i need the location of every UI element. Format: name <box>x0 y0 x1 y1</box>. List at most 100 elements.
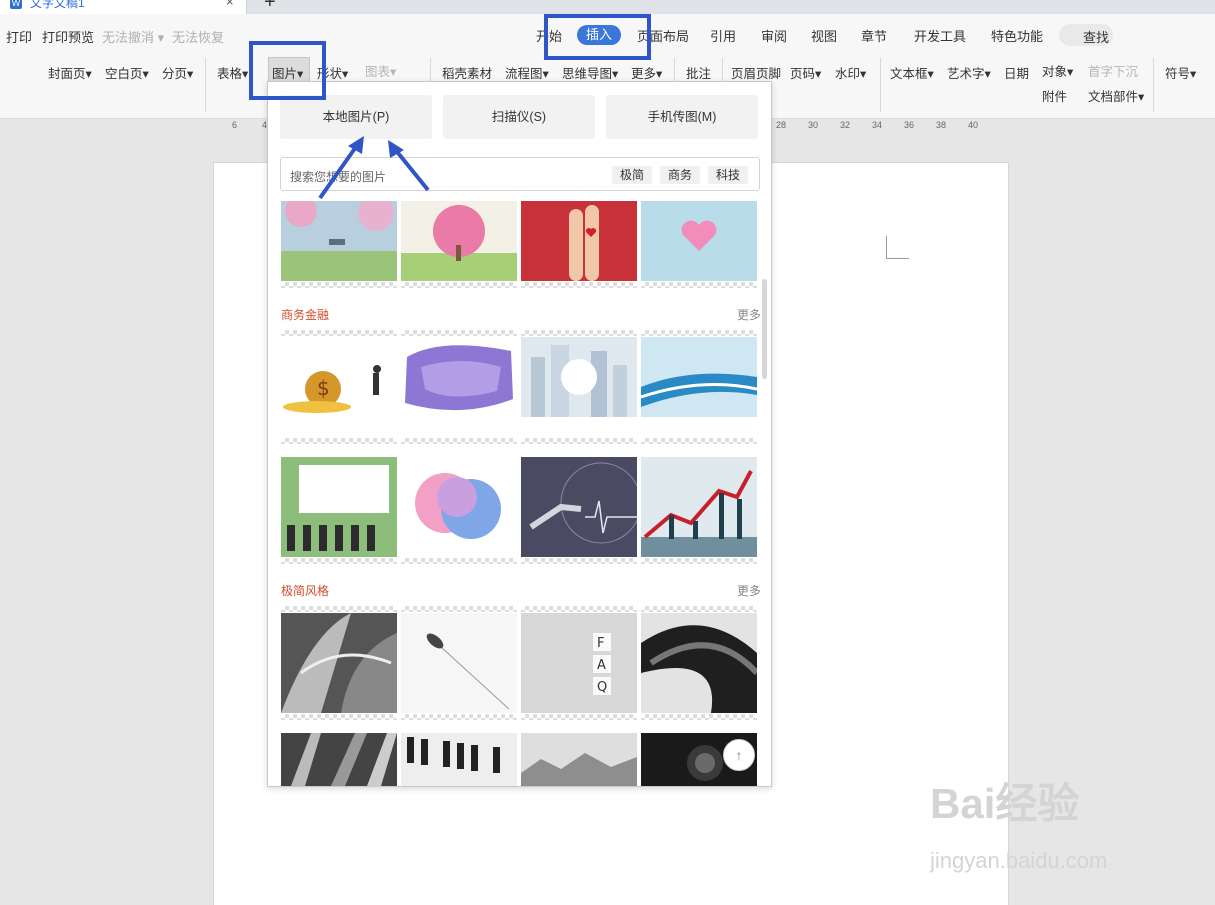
comment-button[interactable]: 批注 <box>686 63 711 82</box>
watermark-button[interactable]: 水印▾ <box>835 63 866 82</box>
thumbnail-money-bag[interactable]: $ <box>281 337 397 417</box>
annotation-box-picture-button <box>249 41 326 100</box>
tag-technology[interactable]: 科技 <box>708 166 749 184</box>
flowchart-button[interactable]: 流程图▾ <box>505 63 549 82</box>
new-tab-button[interactable]: + <box>264 0 276 14</box>
thumbnail-divider <box>281 558 397 564</box>
thumbnail-bw-leaves[interactable] <box>281 613 397 713</box>
section-title-minimal: 极简风格 <box>281 584 330 598</box>
tab-special[interactable]: 特色功能 <box>991 26 1043 45</box>
separator <box>205 58 206 112</box>
thumbnail-divider <box>401 714 517 720</box>
symbol-button[interactable]: 符号▾ <box>1165 63 1196 82</box>
thumbnail-divider <box>521 282 637 288</box>
thumbnail-faq-blocks[interactable]: F A Q <box>521 613 637 713</box>
blank-page-button[interactable]: 空白页▾ <box>105 63 149 82</box>
thumbnail-robot-hand[interactable] <box>521 457 637 557</box>
phone-upload-button[interactable]: 手机传图(M) <box>606 95 758 139</box>
thumbnail-growth-arrow[interactable] <box>641 457 757 557</box>
date-button[interactable]: 日期 <box>1004 63 1029 82</box>
section-more-minimal[interactable]: 更多 <box>737 582 761 599</box>
thumbnail-piano-keys[interactable] <box>401 733 517 786</box>
thumbnail-divider <box>281 606 397 612</box>
thumbnail-pink-blue-splash[interactable] <box>401 457 517 557</box>
search-command[interactable]: 查找 <box>1059 24 1113 46</box>
thumbnail-pink-heart[interactable] <box>641 201 757 281</box>
page-number-button[interactable]: 页码▾ <box>790 63 821 82</box>
faq-letter: A <box>597 658 606 673</box>
tab-review[interactable]: 审阅 <box>761 26 787 45</box>
thumbnail-misty-mountains[interactable] <box>521 733 637 786</box>
tab-strip: W 文字文稿1 × + <box>0 0 1215 14</box>
ruler-label: 34 <box>872 120 883 130</box>
thumbnail-bw-architecture[interactable] <box>281 733 397 786</box>
header-footer-button[interactable]: 页眉页脚 <box>731 63 781 82</box>
print-button[interactable]: 打印 <box>6 27 32 46</box>
tag-minimal[interactable]: 极简 <box>612 166 653 184</box>
arrow-head-icon <box>348 136 364 154</box>
document-tab[interactable]: W 文字文稿1 × <box>0 0 247 14</box>
dropcap-button[interactable]: 首字下沉 <box>1088 61 1138 80</box>
object-button[interactable]: 对象▾ <box>1042 61 1073 80</box>
annotation-box-insert-tab <box>544 14 651 60</box>
tab-view[interactable]: 视图 <box>811 26 837 45</box>
thumbnail-divider <box>281 714 397 720</box>
chart-button[interactable]: 图表▾ <box>365 61 396 80</box>
faq-letter: Q <box>597 680 607 695</box>
faq-letter: F <box>597 636 604 651</box>
cover-page-button[interactable]: 封面页▾ <box>48 63 92 82</box>
ruler-label: 40 <box>968 120 979 130</box>
textbox-button[interactable]: 文本框▾ <box>890 63 934 82</box>
material-button[interactable]: 稻壳素材 <box>442 63 492 82</box>
page-break-button[interactable]: 分页▾ <box>162 63 193 82</box>
tab-references[interactable]: 引用 <box>710 26 736 45</box>
scanner-button[interactable]: 扫描仪(S) <box>443 95 595 139</box>
thumbnail-divider <box>281 282 397 288</box>
table-button[interactable]: 表格▾ <box>217 63 248 82</box>
redo-button[interactable]: 无法恢复 <box>172 27 224 46</box>
thumbnail-divider <box>401 606 517 612</box>
thumbnail-divider <box>281 330 397 336</box>
close-tab-icon[interactable]: × <box>226 0 234 9</box>
thumbnail-bw-curve[interactable] <box>641 613 757 713</box>
writer-doc-icon: W <box>10 0 22 9</box>
more-button[interactable]: 更多▾ <box>631 63 662 82</box>
thumbnail-divider <box>641 438 757 444</box>
section-more-business[interactable]: 更多 <box>737 306 761 323</box>
watermark-brand: Bai经验 <box>930 780 1080 827</box>
mindmap-button[interactable]: 思维导图▾ <box>562 63 618 82</box>
thumbnail-divider <box>641 714 757 720</box>
document-parts-button[interactable]: 文档部件▾ <box>1088 86 1144 105</box>
thumbnail-blue-wave[interactable] <box>641 337 757 417</box>
undo-button[interactable]: 无法撤消 ▾ <box>102 27 164 46</box>
tag-business[interactable]: 商务 <box>660 166 701 184</box>
attachment-button[interactable]: 附件 <box>1042 86 1067 105</box>
annotation-arrows <box>318 136 430 200</box>
thumbnail-divider <box>401 558 517 564</box>
thumbnail-wheat-stalk[interactable] <box>401 613 517 713</box>
thumbnail-finger-couple[interactable] <box>521 201 637 281</box>
thumbnail-divider <box>641 606 757 612</box>
thumbnail-divider <box>641 330 757 336</box>
panel-scrollbar[interactable] <box>762 279 767 379</box>
tab-chapter[interactable]: 章节 <box>861 26 887 45</box>
tab-developer[interactable]: 开发工具 <box>914 26 966 45</box>
watermark-url: jingyan.baidu.com <box>930 848 1108 873</box>
thumbnail-divider <box>641 558 757 564</box>
print-preview-button[interactable]: 打印预览 <box>42 27 94 46</box>
thumbnail-pink-tree[interactable] <box>401 201 517 281</box>
thumbnail-divider <box>281 438 397 444</box>
thumbnail-divider <box>521 438 637 444</box>
thumbnail-cherry-blossom-bench[interactable] <box>281 201 397 281</box>
ruler-label: 38 <box>936 120 947 130</box>
wordart-button[interactable]: 艺术字▾ <box>947 63 991 82</box>
thumbnail-city-buildings[interactable] <box>521 337 637 417</box>
thumbnail-meeting-people[interactable] <box>281 457 397 557</box>
thumbnail-divider <box>521 558 637 564</box>
thumbnail-divider <box>521 330 637 336</box>
back-to-top-icon[interactable]: ↑ <box>723 739 755 771</box>
margin-corner-mark <box>886 236 909 259</box>
ruler-label: 6 <box>232 120 238 130</box>
thumbnail-purple-watercolor[interactable] <box>401 337 517 417</box>
thumbnail-divider <box>521 606 637 612</box>
